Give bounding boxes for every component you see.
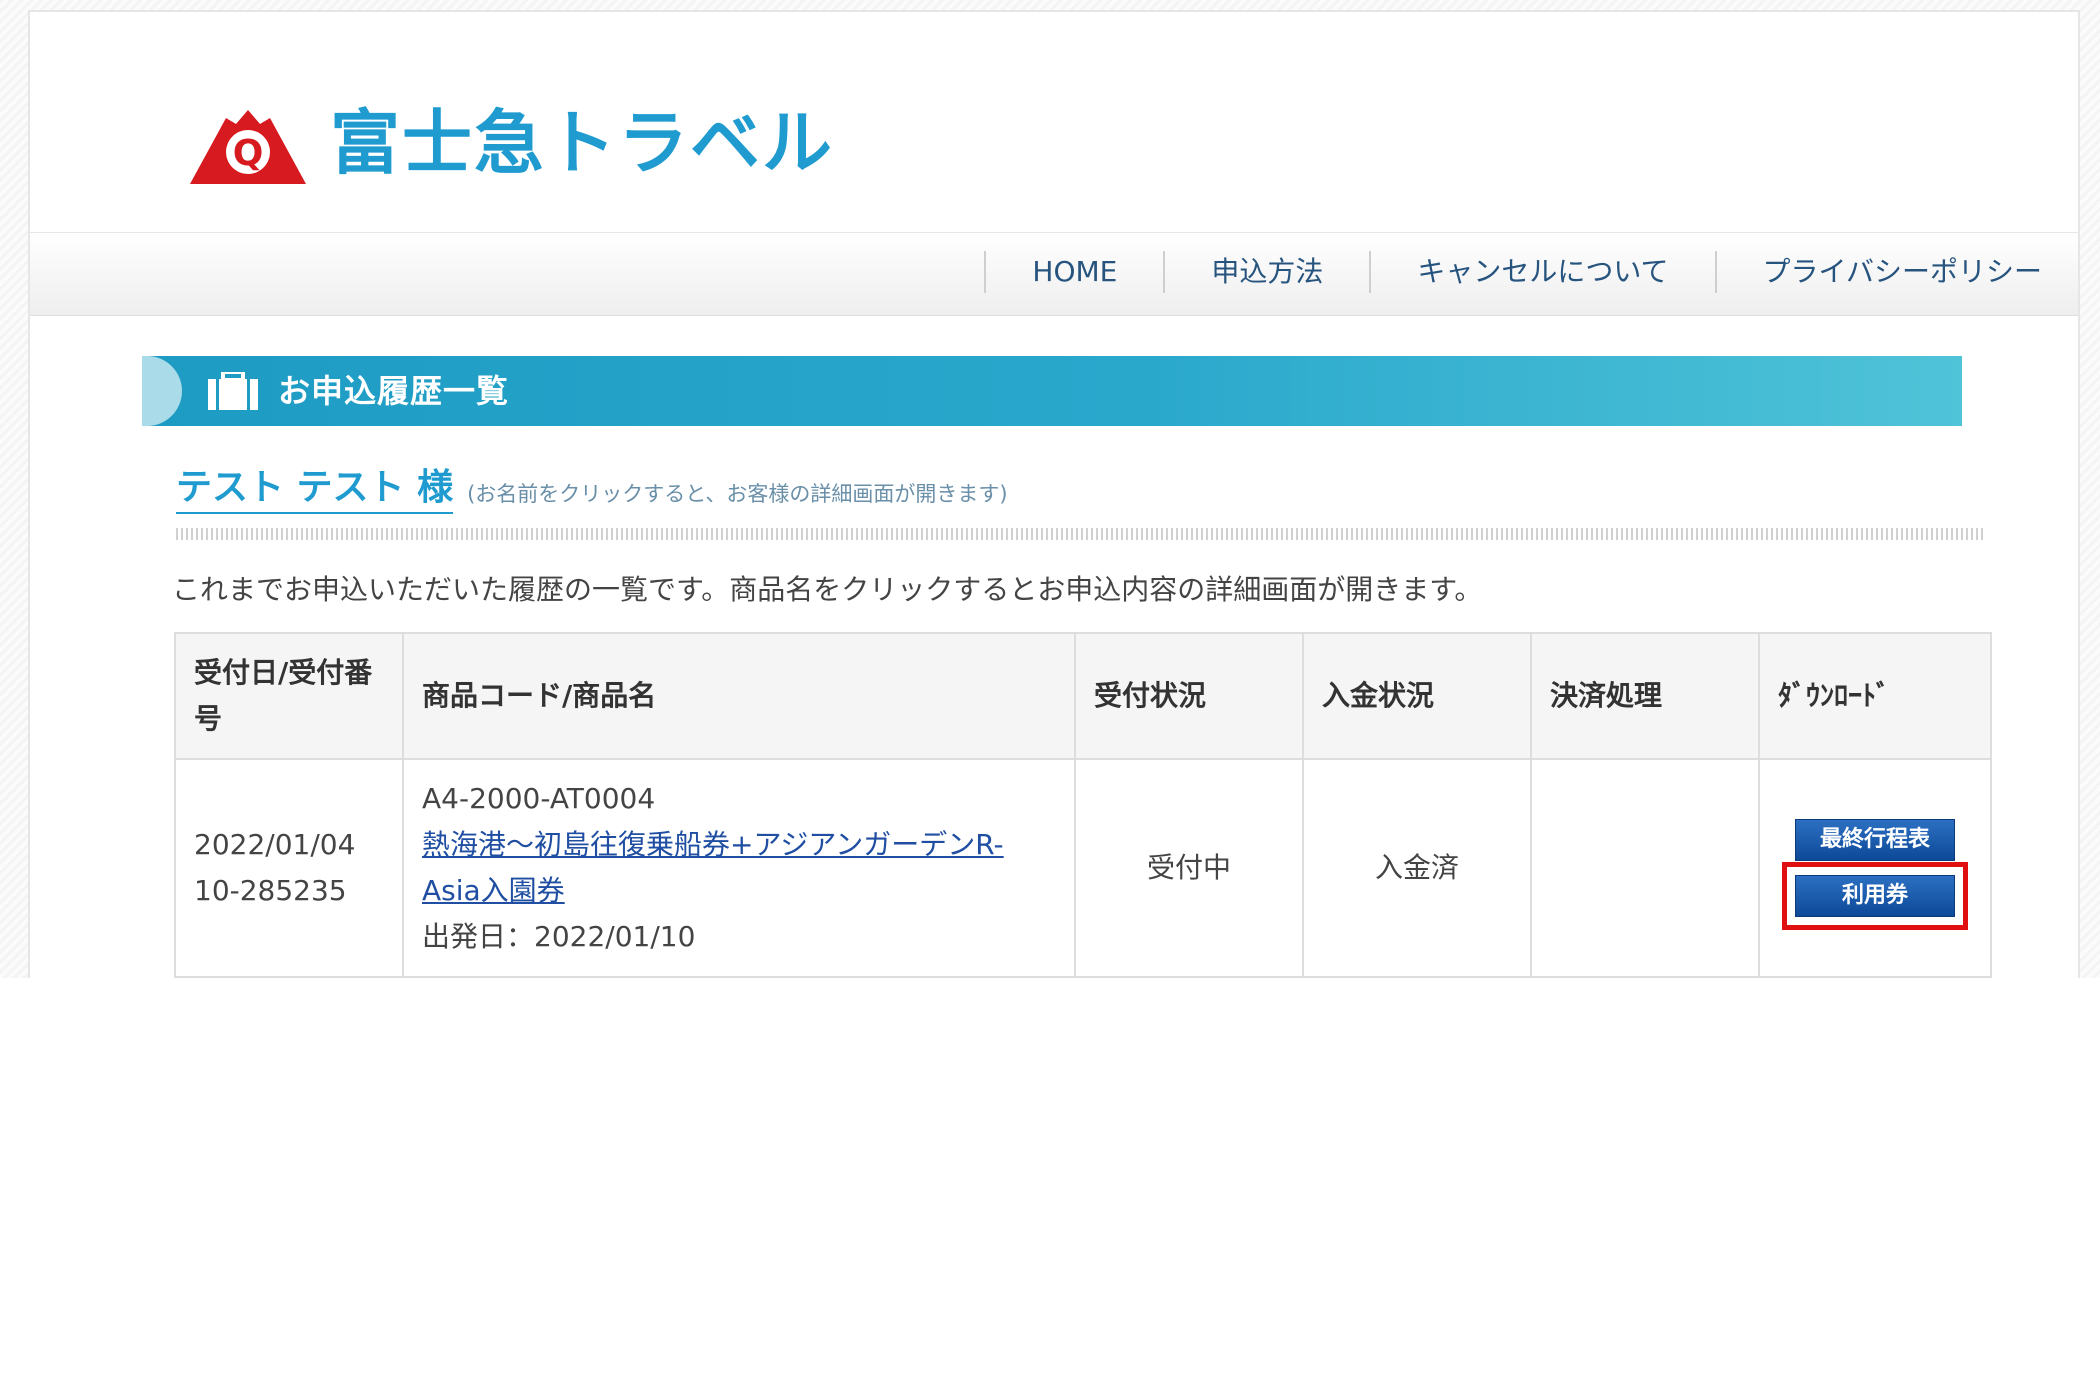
departure-date: 出発日：2022/01/10 [422,920,696,953]
history-table: 受付日/受付番号 商品コード/商品名 受付状況 入金状況 決済処理 ﾀﾞｳﾝﾛｰ… [174,632,1992,978]
nav-how-to-apply[interactable]: 申込方法 [1163,251,1369,293]
fuji-q-logo-icon: Q [190,110,306,184]
dotted-divider [176,528,1986,540]
section-header: お申込履歴一覧 [142,356,1962,426]
logo-letter: Q [233,133,264,174]
cell-product: A4-2000-AT0004 熱海港～初島往復乗船券+アジアンガーデンR-Asi… [402,758,1076,978]
nav-list: HOME 申込方法 キャンセルについて プライバシーポリシー [984,251,2078,293]
nav-cancellation[interactable]: キャンセルについて [1369,251,1714,293]
header-date-number: 受付日/受付番号 [174,632,404,760]
section-header-cap [142,356,182,426]
download-buttons: 最終行程表 利用券 [1778,819,1972,930]
cell-payment: 入金済 [1302,758,1532,978]
brand-name: 富士急トラベル [330,102,834,184]
header-status: 受付状況 [1074,632,1304,760]
screenshot-area: Q 富士急トラベル HOME 申込方法 キャンセルについて プライバシーポリシー… [0,0,2100,978]
nav-privacy-policy[interactable]: プライバシーポリシー [1714,251,2078,293]
final-itinerary-button[interactable]: 最終行程表 [1795,819,1955,861]
header-payment: 入金状況 [1302,632,1532,760]
user-row: テスト テスト 様 (お名前をクリックすると、お客様の詳細画面が開きます) [176,458,1008,514]
receipt-number: 10-285235 [194,874,347,907]
table-header-row: 受付日/受付番号 商品コード/商品名 受付状況 入金状況 決済処理 ﾀﾞｳﾝﾛｰ… [174,632,1992,760]
product-code: A4-2000-AT0004 [422,782,656,815]
voucher-button[interactable]: 利用券 [1782,862,1968,930]
page-container: Q 富士急トラベル HOME 申込方法 キャンセルについて プライバシーポリシー… [28,10,2080,978]
header-product: 商品コード/商品名 [402,632,1076,760]
intro-text: これまでお申込いただいた履歴の一覧です。商品名をクリックするとお申込内容の詳細画… [172,573,1483,606]
header-download: ﾀﾞｳﾝﾛｰﾄﾞ [1758,632,1992,760]
table-row: 2022/01/04 10-285235 A4-2000-AT0004 熱海港～… [174,758,1992,978]
product-name-link[interactable]: 熱海港～初島往復乗船券+アジアンガーデンR-Asia入園券 [422,822,1056,914]
section-title: お申込履歴一覧 [278,372,510,410]
user-name-link[interactable]: テスト テスト 様 [176,458,454,514]
cell-settlement [1530,758,1760,978]
nav-home[interactable]: HOME [984,251,1163,293]
user-name-hint: (お名前をクリックすると、お客様の詳細画面が開きます) [467,482,1008,506]
cell-date-number: 2022/01/04 10-285235 [174,758,404,978]
cell-download: 最終行程表 利用券 [1758,758,1992,978]
header-settlement: 決済処理 [1530,632,1760,760]
top-navigation: HOME 申込方法 キャンセルについて プライバシーポリシー [30,232,2078,316]
receipt-date: 2022/01/04 [194,828,356,861]
site-logo[interactable]: Q 富士急トラベル [190,102,834,184]
cell-status: 受付中 [1074,758,1304,978]
suitcase-icon [208,372,258,410]
